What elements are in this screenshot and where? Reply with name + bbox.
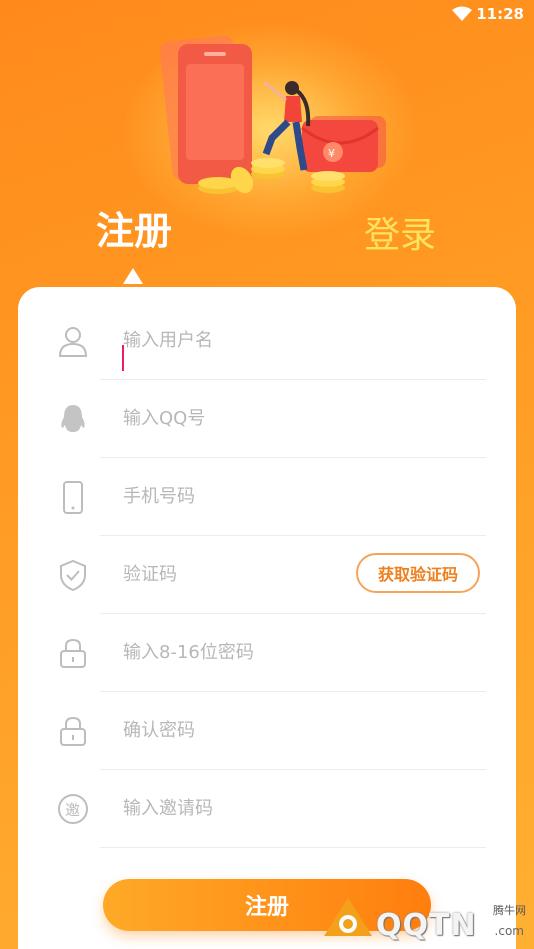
status-time: 11:28 (476, 5, 524, 23)
phone-row (18, 458, 516, 536)
qq-row (18, 380, 516, 458)
phone-icon (63, 481, 83, 514)
username-row (18, 302, 516, 380)
register-form-card: 获取验证码 邀 (18, 287, 516, 949)
active-tab-indicator (123, 268, 143, 284)
qq-penguin-icon (61, 405, 85, 432)
phone-input[interactable] (123, 478, 383, 514)
divider (100, 847, 486, 848)
text-cursor (122, 345, 124, 371)
svg-text:邀: 邀 (65, 801, 80, 819)
verification-code-input[interactable] (123, 556, 343, 592)
lock-icon (60, 716, 86, 746)
qq-input[interactable] (123, 400, 383, 436)
invite-row: 邀 (18, 770, 516, 848)
lock-icon (60, 638, 86, 668)
svg-text:¥: ¥ (328, 147, 335, 160)
watermark-logo-icon (324, 898, 372, 936)
username-input[interactable] (123, 322, 383, 358)
code-row: 获取验证码 (18, 536, 516, 614)
watermark-suffix: .com (494, 924, 524, 938)
get-code-button[interactable]: 获取验证码 (356, 553, 480, 593)
user-icon (58, 327, 88, 357)
watermark-tag: 腾牛网 (493, 904, 526, 917)
watermark-brand: QQTN (376, 908, 477, 943)
password-input[interactable] (123, 634, 383, 670)
invite-code-input[interactable] (123, 790, 383, 826)
tab-login[interactable]: 登录 (364, 206, 436, 258)
hero-illustration: ¥ (160, 35, 386, 194)
tab-register[interactable]: 注册 (96, 200, 172, 255)
confirm-password-input[interactable] (123, 712, 383, 748)
status-bar: 11:28 (0, 0, 534, 30)
wifi-icon (452, 6, 472, 21)
invite-icon: 邀 (58, 794, 88, 824)
confirm-password-row (18, 692, 516, 770)
shield-check-icon (60, 559, 86, 592)
watermark: 腾牛网 QQTN .com (322, 888, 532, 946)
password-row (18, 614, 516, 692)
